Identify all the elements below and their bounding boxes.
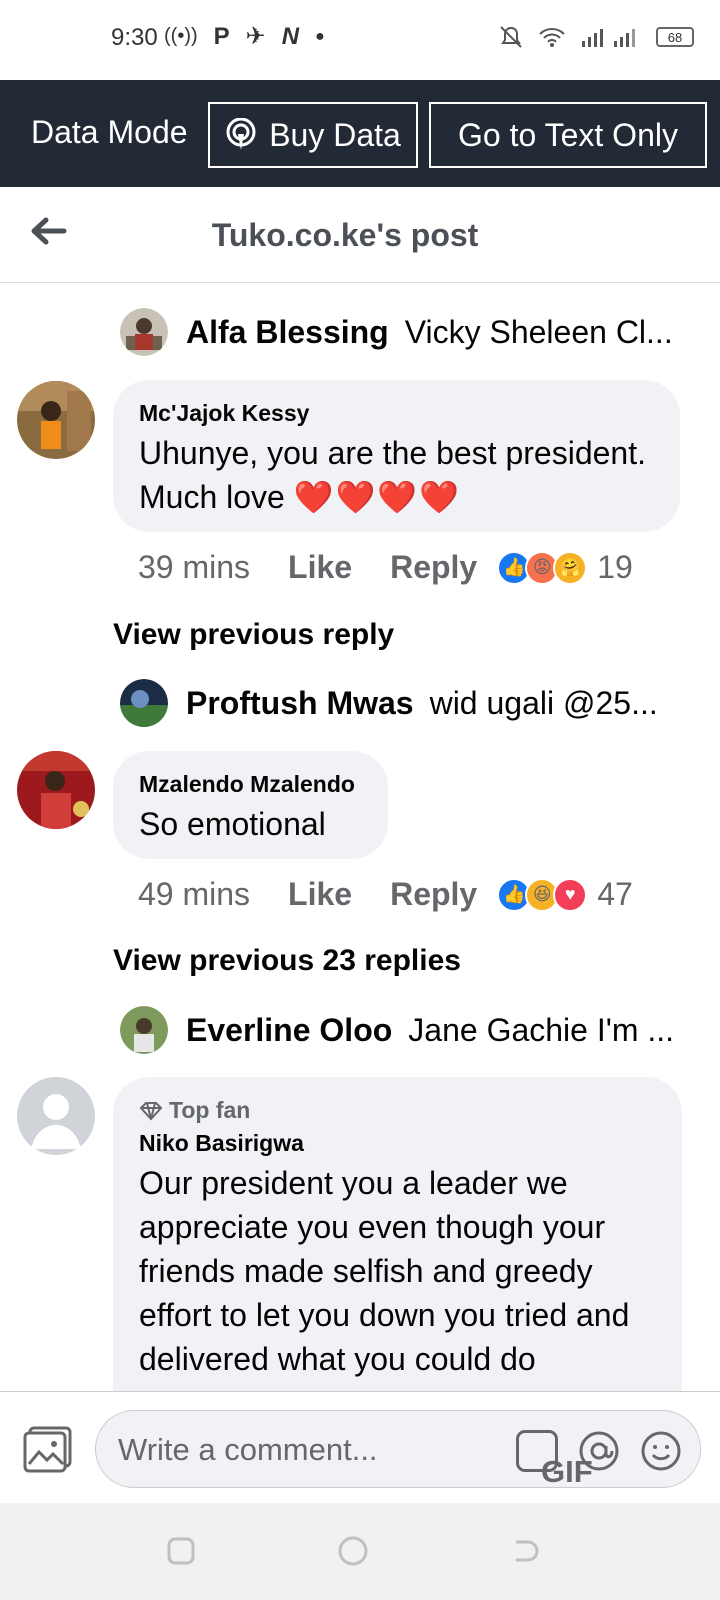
- reply-author[interactable]: Alfa Blessing: [186, 314, 389, 351]
- comment-time[interactable]: 49 mins: [138, 876, 250, 913]
- avatar[interactable]: [17, 751, 95, 829]
- avatar: [120, 679, 168, 727]
- reaction-count: 19: [597, 549, 633, 585]
- comment-time[interactable]: 39 mins: [138, 549, 250, 586]
- notification-icons: ((•)) P ✈ N ●: [164, 22, 325, 51]
- n-app-icon: N: [281, 22, 300, 50]
- like-button[interactable]: Like: [288, 876, 352, 913]
- care-reaction-icon: 🤗: [553, 550, 588, 585]
- comment-input[interactable]: Write a comment... GIF: [95, 1410, 701, 1489]
- comment-bubble[interactable]: Top fan Niko Basirigwa Our president you…: [113, 1077, 682, 1391]
- reply-snippet: Vicky Sheleen Cl...: [404, 313, 673, 350]
- data-mode-label: Data Mode: [31, 114, 188, 150]
- reply-snippet: wid ugali @25...: [429, 684, 658, 721]
- wifi-icon: [539, 28, 565, 47]
- comment-author[interactable]: Mc'Jajok Kessy: [139, 400, 654, 427]
- avatar: [120, 308, 168, 356]
- battery-level: 68: [667, 29, 683, 45]
- comment-text: Uhunye, you are the best president. Much…: [139, 431, 654, 519]
- mention-icon[interactable]: [578, 1430, 620, 1472]
- reply-preview[interactable]: Proftush Mwas wid ugali @25...: [120, 679, 658, 727]
- comment-actions: 39 mins Like Reply 👍 😡 🤗 19: [138, 549, 633, 586]
- comment-actions: 49 mins Like Reply 👍 😆 ♥ 47: [138, 876, 633, 913]
- view-previous-replies-link[interactable]: View previous reply: [113, 618, 394, 652]
- status-bar: 9:30 ((•)) P ✈ N ● 68: [0, 0, 720, 80]
- reply-button[interactable]: Reply: [390, 549, 477, 586]
- reply-author[interactable]: Proftush Mwas: [186, 685, 414, 722]
- status-time: 9:30: [111, 24, 158, 51]
- diamond-icon: [139, 1101, 163, 1120]
- comment-placeholder: Write a comment...: [118, 1432, 378, 1467]
- comment-text: So emotional: [139, 806, 326, 842]
- buy-data-label: Buy Data: [269, 116, 401, 153]
- buy-data-button[interactable]: Buy Data: [208, 102, 418, 168]
- post-header: Tuko.co.ke's post: [0, 187, 720, 283]
- broadcast-icon: [226, 118, 256, 150]
- emoji-icon[interactable]: [640, 1430, 682, 1472]
- reply-preview[interactable]: Alfa Blessing Vicky Sheleen Cl...: [120, 308, 673, 356]
- reply-button[interactable]: Reply: [390, 876, 477, 913]
- love-reaction-icon: ♥: [553, 877, 588, 912]
- comments-list: Alfa Blessing Vicky Sheleen Cl... Mc'Jaj…: [0, 284, 720, 1391]
- battery-icon: 68: [656, 27, 694, 47]
- home-icon[interactable]: [338, 1536, 368, 1566]
- comment-text: Our president you a leader we appreciate…: [139, 1165, 630, 1377]
- hotspot-icon: ((•)): [164, 25, 198, 47]
- comment-author[interactable]: Niko Basirigwa: [139, 1130, 656, 1157]
- gif-icon[interactable]: GIF: [516, 1430, 593, 1489]
- top-fan-label: Top fan: [169, 1097, 251, 1123]
- p-app-icon: P: [213, 22, 230, 50]
- back-nav-icon[interactable]: [510, 1536, 540, 1566]
- mute-bell-icon: [500, 26, 522, 48]
- photo-icon[interactable]: [22, 1424, 74, 1474]
- data-mode-bar: Data Mode Buy Data Go to Text Only: [0, 80, 720, 187]
- dot-icon: ●: [315, 27, 325, 45]
- reaction-summary[interactable]: 👍 😡 🤗 19: [497, 549, 633, 586]
- recents-icon[interactable]: [166, 1536, 196, 1566]
- signal-icon: [582, 29, 635, 47]
- top-fan-badge: Top fan: [139, 1097, 656, 1124]
- avatar[interactable]: [17, 381, 95, 459]
- like-button[interactable]: Like: [288, 549, 352, 586]
- system-nav-bar: [0, 1503, 720, 1600]
- comment-author[interactable]: Mzalendo Mzalendo: [139, 771, 362, 798]
- text-only-label: Go to Text Only: [458, 116, 678, 153]
- avatar[interactable]: [17, 1077, 95, 1155]
- page-title: Tuko.co.ke's post: [211, 217, 479, 253]
- avatar: [120, 1006, 168, 1054]
- comment-bubble[interactable]: Mc'Jajok Kessy Uhunye, you are the best …: [113, 380, 680, 532]
- comment-bubble[interactable]: Mzalendo Mzalendo So emotional: [113, 751, 388, 859]
- reply-preview[interactable]: Everline Oloo Jane Gachie I'm ...: [120, 1006, 674, 1054]
- heart-emojis: ❤️❤️❤️❤️: [293, 479, 462, 515]
- text-only-button[interactable]: Go to Text Only: [429, 102, 707, 168]
- comment-composer: Write a comment... GIF: [0, 1391, 720, 1503]
- view-previous-replies-link[interactable]: View previous 23 replies: [113, 944, 461, 978]
- reaction-summary[interactable]: 👍 😆 ♥ 47: [497, 876, 633, 913]
- reply-author[interactable]: Everline Oloo: [186, 1012, 392, 1049]
- system-icons: 68: [498, 24, 694, 50]
- reaction-count: 47: [597, 876, 633, 912]
- bird-app-icon: ✈: [245, 23, 266, 50]
- reply-snippet: Jane Gachie I'm ...: [408, 1011, 675, 1048]
